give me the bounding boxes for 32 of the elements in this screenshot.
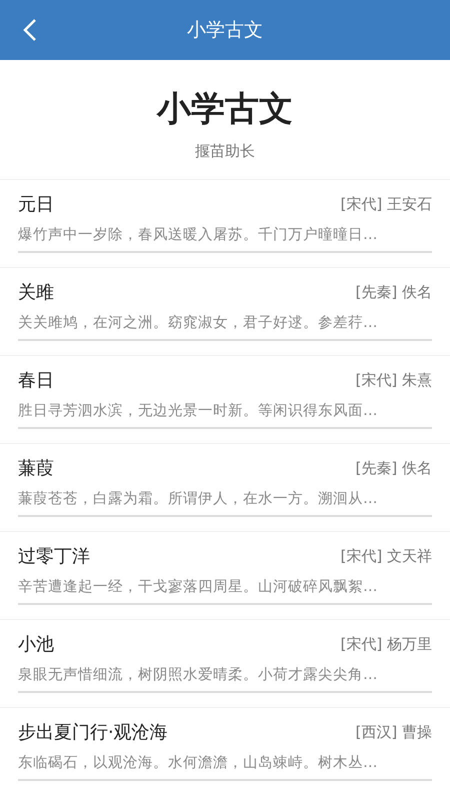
poem-author: [宋代] 杨万里 — [340, 634, 432, 654]
poem-excerpt: 辛苦遭逢起一经，干戈寥落四周星。山河破碎风飘絮… — [18, 578, 378, 596]
back-icon — [23, 18, 37, 42]
poem-item[interactable]: 关雎 [先秦] 佚名 关关雎鸠，在河之洲。窈窕淑女，君子好逑。参差荇… — [0, 267, 450, 355]
poem-author: [先秦] 佚名 — [356, 282, 432, 302]
poem-author: [宋代] 王安石 — [340, 194, 432, 214]
poem-excerpt: 关关雎鸠，在河之洲。窈窕淑女，君子好逑。参差荇… — [18, 314, 378, 332]
poem-excerpt: 泉眼无声惜细流，树阴照水爱晴柔。小荷才露尖尖角… — [18, 666, 378, 684]
poem-title: 步出夏门行·观沧海 — [18, 721, 168, 744]
poem-excerpt: 胜日寻芳泗水滨，无边光景一时新。等闲识得东风面… — [18, 402, 378, 420]
page-heading: 小学古文 — [157, 88, 293, 131]
poem-item[interactable]: 元日 [宋代] 王安石 爆竹声中一岁除，春风送暖入屠苏。千门万户曈曈日… — [0, 179, 450, 267]
poem-author: [宋代] 文天祥 — [340, 546, 432, 566]
poem-excerpt: 东临碣石，以观沧海。水何澹澹，山岛竦峙。树木丛… — [18, 754, 378, 772]
poem-item[interactable]: 春日 [宋代] 朱熹 胜日寻芳泗水滨，无边光景一时新。等闲识得东风面… — [0, 355, 450, 443]
poem-excerpt: 蒹葭苍苍，白露为霜。所谓伊人，在水一方。溯洄从… — [18, 490, 378, 508]
screen-title: 小学古文 — [187, 18, 263, 43]
poem-author: [西汉] 曹操 — [356, 722, 432, 742]
poem-item[interactable]: 小池 [宋代] 杨万里 泉眼无声惜细流，树阴照水爱晴柔。小荷才露尖尖角… — [0, 619, 450, 707]
poem-title: 小池 — [18, 633, 54, 656]
poem-author: [先秦] 佚名 — [356, 458, 432, 478]
poem-title: 元日 — [18, 193, 54, 216]
page-subtitle: 揠苗助长 — [195, 142, 255, 161]
poem-excerpt: 爆竹声中一岁除，春风送暖入屠苏。千门万户曈曈日… — [18, 226, 378, 244]
poem-item[interactable]: 过零丁洋 [宋代] 文天祥 辛苦遭逢起一经，干戈寥落四周星。山河破碎风飘絮… — [0, 531, 450, 619]
poem-title: 关雎 — [18, 281, 54, 304]
poem-author: [宋代] 朱熹 — [356, 370, 432, 390]
poem-title: 过零丁洋 — [18, 545, 90, 568]
poem-item[interactable]: 蒹葭 [先秦] 佚名 蒹葭苍苍，白露为霜。所谓伊人，在水一方。溯洄从… — [0, 443, 450, 531]
poem-item[interactable]: 步出夏门行·观沧海 [西汉] 曹操 东临碣石，以观沧海。水何澹澹，山岛竦峙。树木丛… — [0, 707, 450, 795]
poem-title: 春日 — [18, 369, 54, 392]
poem-title: 蒹葭 — [18, 457, 54, 480]
